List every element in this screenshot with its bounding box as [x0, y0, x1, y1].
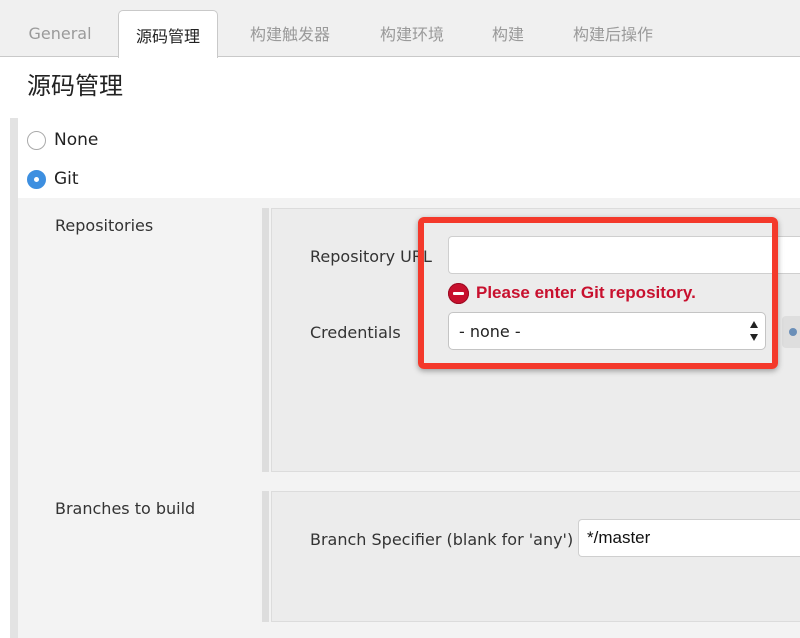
select-arrows-icon — [749, 321, 759, 341]
scm-option-none[interactable]: None — [27, 127, 98, 153]
branch-specifier-label: Branch Specifier (blank for 'any') — [310, 530, 574, 549]
section-indent-rail — [10, 118, 18, 638]
credentials-selected-value: - none - — [459, 321, 521, 341]
repository-url-error-text: Please enter Git repository. — [476, 283, 696, 302]
tab-build-environment[interactable]: 构建环境 — [362, 14, 462, 52]
credentials-select[interactable]: - none - — [448, 312, 766, 350]
tab-source-code-management[interactable]: 源码管理 — [118, 10, 218, 58]
tab-build-triggers[interactable]: 构建触发器 — [232, 14, 348, 52]
repository-url-label: Repository URL — [310, 247, 432, 266]
repositories-label: Repositories — [55, 216, 154, 235]
error-icon — [448, 282, 469, 304]
key-icon — [789, 328, 797, 336]
branches-rail — [262, 491, 269, 622]
tab-build[interactable]: 构建 — [476, 14, 540, 52]
repository-url-error: Please enter Git repository. — [448, 282, 696, 304]
credentials-label: Credentials — [310, 323, 401, 342]
scm-option-git[interactable]: Git — [27, 166, 79, 192]
repositories-rail — [262, 208, 269, 472]
tab-post-build-actions[interactable]: 构建后操作 — [556, 14, 670, 52]
repository-url-input[interactable] — [448, 236, 800, 274]
credentials-add-button[interactable] — [782, 316, 800, 348]
section-title: 源码管理 — [27, 72, 123, 100]
branches-to-build-label: Branches to build — [55, 499, 196, 518]
scm-option-git-label: Git — [54, 169, 79, 189]
scm-option-none-label: None — [54, 130, 99, 150]
config-tab-bar: General 源码管理 构建触发器 构建环境 构建 构建后操作 — [0, 0, 800, 58]
radio-button-none[interactable] — [27, 130, 46, 150]
radio-button-git[interactable] — [27, 169, 46, 189]
tab-general[interactable]: General — [14, 14, 106, 52]
branch-specifier-input[interactable]: */master — [578, 519, 800, 557]
